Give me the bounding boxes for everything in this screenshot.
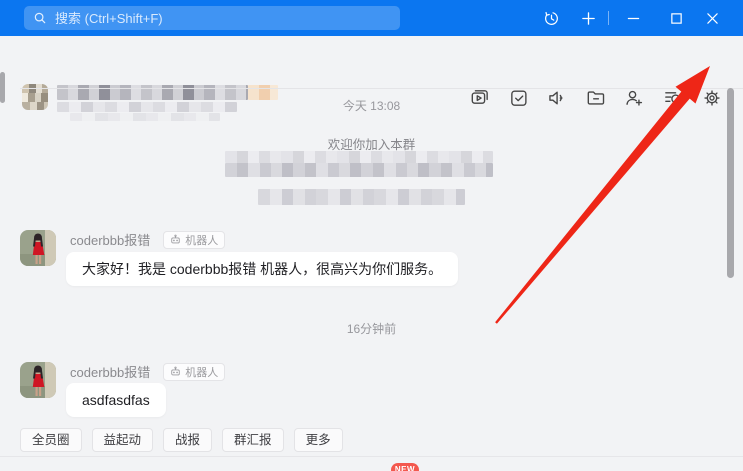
blurred-system-message xyxy=(258,189,465,205)
maximize-icon[interactable] xyxy=(664,6,688,30)
date-timestamp: 今天 13:08 xyxy=(342,99,401,113)
chat-header xyxy=(0,36,743,121)
sender-name[interactable]: coderbbb报错 xyxy=(70,362,150,381)
search-input[interactable] xyxy=(53,9,400,27)
minimize-icon[interactable] xyxy=(621,6,645,30)
robot-badge-label: 机器人 xyxy=(185,366,219,379)
tab-more[interactable]: 更多 xyxy=(293,428,343,452)
tab-qunhuibao[interactable]: 群汇报 xyxy=(222,428,284,452)
close-icon[interactable] xyxy=(700,6,724,30)
robot-badge: 机器人 xyxy=(163,230,226,249)
header-divider xyxy=(20,88,743,89)
left-edge-scrollbar[interactable] xyxy=(0,72,5,103)
titlebar-divider xyxy=(608,11,609,25)
group-app-tabs: 全员圈 益起动 战报 群汇报 更多 xyxy=(20,428,343,452)
new-feature-badge: NEW xyxy=(391,463,419,471)
message-bubble[interactable]: asdfasdfas xyxy=(66,383,166,417)
chat-scrollbar[interactable] xyxy=(727,88,734,278)
add-icon[interactable] xyxy=(576,6,600,30)
footer-divider xyxy=(0,456,743,457)
blurred-system-message xyxy=(225,151,493,163)
robot-icon xyxy=(170,366,181,377)
robot-icon xyxy=(170,234,181,245)
tab-yiqidong[interactable]: 益起动 xyxy=(91,428,154,452)
titlebar xyxy=(0,0,743,36)
history-icon[interactable] xyxy=(539,6,563,30)
tab-zhanbao[interactable]: 战报 xyxy=(163,428,213,452)
global-search-box[interactable] xyxy=(24,6,400,30)
tab-quanyuanquan[interactable]: 全员圈 xyxy=(20,428,82,452)
qq-chat-window: 今天 13:08 欢迎你加入本群 coderbbb报错 xyxy=(0,0,743,471)
robot-badge: 机器人 xyxy=(163,362,226,381)
sender-avatar[interactable] xyxy=(20,230,56,266)
relative-timestamp: 16分钟前 xyxy=(346,322,397,336)
sender-avatar[interactable] xyxy=(20,362,56,398)
blurred-group-subtitle-2 xyxy=(70,113,220,121)
sender-name[interactable]: coderbbb报错 xyxy=(70,230,150,249)
message-bubble[interactable]: 大家好！我是 coderbbb报错 机器人，很高兴为你们服务。 xyxy=(66,252,459,286)
blurred-system-message xyxy=(225,163,493,177)
robot-badge-label: 机器人 xyxy=(185,234,219,247)
search-icon xyxy=(33,11,47,25)
